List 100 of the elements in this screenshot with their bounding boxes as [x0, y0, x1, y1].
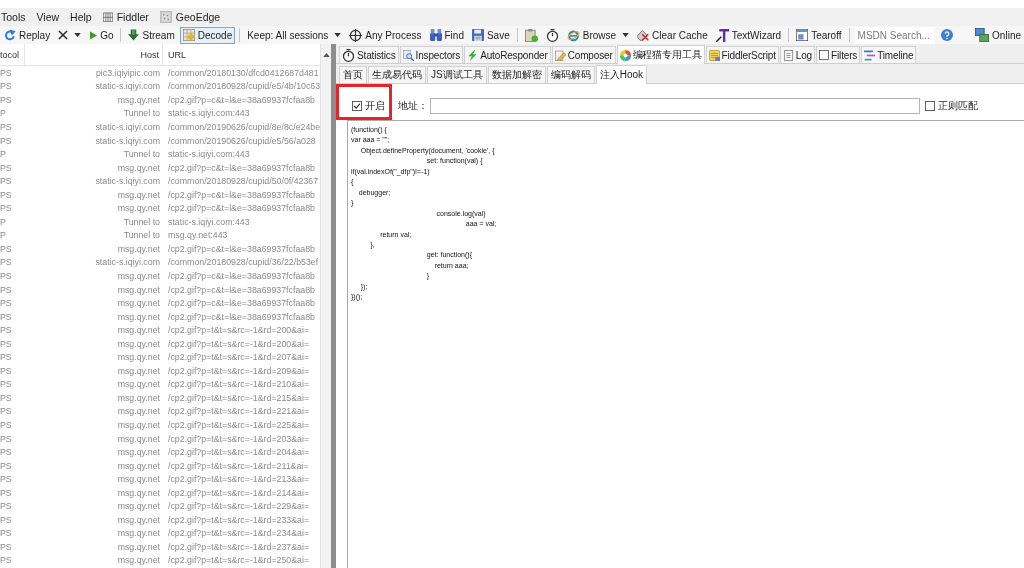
tearoff-button[interactable]: Tearoff [793, 26, 845, 44]
down-arrow-icon [128, 29, 140, 41]
decode-toggle[interactable]: Decode [179, 26, 236, 44]
magnifier-icon [402, 49, 414, 61]
menu-item[interactable]: Fiddler [97, 8, 155, 26]
table-cell-text: msg.qy.net [116, 555, 161, 566]
menu-item[interactable]: Tools [0, 8, 31, 26]
table-cell-text: /cp2.gif?p=t&t=s&rc=-1&rd=207&ai= [167, 352, 310, 363]
table-cell-text: msg.qy.net [116, 94, 161, 105]
caret-down-icon [622, 33, 630, 37]
clear-cache-button[interactable]: Clear Cache [634, 26, 711, 44]
crosshair-icon [349, 28, 363, 42]
clipboard-icon [524, 28, 538, 42]
tab[interactable]: Filters [816, 46, 861, 63]
play-icon [89, 30, 98, 40]
enable-checkbox[interactable]: 开启 [352, 99, 385, 113]
table-cell-text: /cp2.gif?p=c&t=l&e=38a69937fcfaa8b [167, 284, 315, 295]
table-cell-text: PS [0, 94, 13, 105]
tab[interactable]: Inspectors [399, 46, 464, 63]
menu-item[interactable]: View [31, 8, 65, 26]
table-cell-text: msg.qy.net [116, 406, 161, 417]
table-cell-text: PS [0, 352, 13, 363]
table-cell-text: /cp2.gif?p=c&t=l&e=38a69937fcfaa8b [167, 203, 315, 214]
tab[interactable]: 数据加解密 [487, 66, 546, 83]
regex-checkbox[interactable]: 正则匹配 [925, 99, 978, 113]
table-cell-text: PS [0, 135, 13, 146]
circular-arrow-icon [4, 29, 16, 41]
table-cell-text: Tunnel to [122, 216, 161, 227]
table-cell-text: static-s.iqiyi.com:443 [167, 108, 250, 119]
table-cell-text: /cp2.gif?p=c&t=l&e=38a69937fcfaa8b [167, 311, 315, 322]
table-cell-text: /cp2.gif?p=t&t=s&rc=-1&rd=213&ai= [167, 474, 310, 485]
table-cell-text: /cp2.gif?p=t&t=s&rc=-1&rd=200&ai= [167, 338, 310, 349]
tab[interactable]: Composer [551, 46, 616, 63]
table-cell-text: pic3.iqiyipic.com [94, 67, 161, 78]
table-cell-text: /common/20190626/cupid/8e/8c/e24be [167, 121, 320, 132]
cross-icon [58, 30, 69, 40]
address-field[interactable] [430, 98, 920, 114]
table-cell-text: PS [0, 487, 13, 498]
tab[interactable]: 首页 [339, 66, 367, 83]
stopwatch-icon [342, 48, 355, 62]
any-process-button[interactable]: Any Process [346, 26, 425, 44]
column-header[interactable]: URL [163, 44, 186, 65]
table-cell-text: msg.qy.net [116, 270, 161, 281]
table-cell-text: msg.qy.net [116, 365, 161, 376]
table-cell-text: msg.qy.net [116, 528, 161, 539]
browser-icon [566, 28, 580, 42]
table-cell-text: PS [0, 311, 13, 322]
table-cell-text: Tunnel to [122, 108, 161, 119]
column-header[interactable]: tocol [0, 44, 25, 65]
table-cell-text: PS [0, 365, 13, 376]
table-cell-text: /cp2.gif?p=t&t=s&rc=-1&rd=204&ai= [167, 447, 310, 458]
table-cell-text: P [0, 149, 7, 160]
save-button[interactable]: Save [468, 26, 513, 44]
table-cell-text: PS [0, 514, 13, 525]
table-cell-text: P [0, 230, 7, 241]
menu-item[interactable]: Help [64, 8, 98, 26]
tab[interactable]: Log [779, 46, 816, 63]
go-button[interactable]: Go [86, 26, 117, 44]
table-cell-text: /cp2.gif?p=t&t=s&rc=-1&rd=200&ai= [167, 325, 310, 336]
table-cell-text: msg.qy.net [116, 284, 161, 295]
tab[interactable]: FiddlerScript [705, 46, 779, 63]
replay-button[interactable]: Replay [1, 26, 54, 44]
tab[interactable]: 生成易代码 [368, 66, 426, 83]
tab[interactable]: JS调试工具 [427, 66, 487, 83]
table-cell-text: /cp2.gif?p=t&t=s&rc=-1&rd=221&ai= [167, 406, 310, 417]
column-header[interactable]: Host [25, 44, 163, 65]
table-cell-text: PS [0, 189, 13, 200]
table-cell-text: /cp2.gif?p=t&t=s&rc=-1&rd=229&ai= [167, 501, 310, 512]
table-cell-text: static-s.iqiyi.com [94, 121, 161, 132]
scrollbar[interactable] [320, 44, 331, 568]
tab[interactable]: AutoResponder [464, 46, 551, 63]
table-cell-text: msg.qy.net [116, 474, 161, 485]
table-cell-text: /cp2.gif?p=c&t=l&e=38a69937fcfaa8b [167, 270, 315, 281]
table-cell-text: PS [0, 379, 13, 390]
table-cell-text: msg.qy.net [116, 379, 161, 390]
timeline-bars-icon [864, 49, 876, 61]
table-cell-text: /cp2.gif?p=c&t=l&e=38a69937fcfaa8b [167, 298, 315, 309]
tab[interactable]: 编码解码 [546, 66, 595, 83]
tab[interactable]: Statistics [339, 46, 399, 63]
caret-down-icon [74, 33, 82, 37]
table-cell-text: /cp2.gif?p=t&t=s&rc=-1&rd=234&ai= [167, 528, 310, 539]
stream-toggle[interactable]: Stream [125, 26, 178, 44]
tab[interactable]: Timeline [861, 46, 917, 63]
table-cell-text: /common/20190626/cupid/e5/56/a028 [167, 135, 316, 146]
find-button[interactable]: Find [426, 26, 467, 44]
textwizard-button[interactable]: TextWizard [712, 26, 785, 44]
table-cell-text: msg.qy.net [116, 501, 161, 512]
online-button[interactable]: Online [972, 26, 1024, 44]
table-cell-text: PS [0, 447, 13, 458]
table-cell-text: msg.qy.net [116, 447, 161, 458]
keep-sessions-dropdown[interactable]: Keep: All sessions [244, 26, 345, 44]
color-wheel-icon [619, 49, 631, 61]
table-cell-text: msg.qy.net [116, 338, 161, 349]
browse-dropdown[interactable]: Browse [563, 26, 633, 44]
tab[interactable]: 注入Hook [595, 65, 648, 84]
tab[interactable]: 编程猫专用工具 [616, 45, 705, 64]
search-field[interactable]: MSDN Search... [854, 26, 935, 44]
table-cell-text: msg.qy.net [116, 311, 161, 322]
table-cell-text: PS [0, 81, 13, 92]
menu-item[interactable]: GeoEdge [154, 8, 226, 26]
